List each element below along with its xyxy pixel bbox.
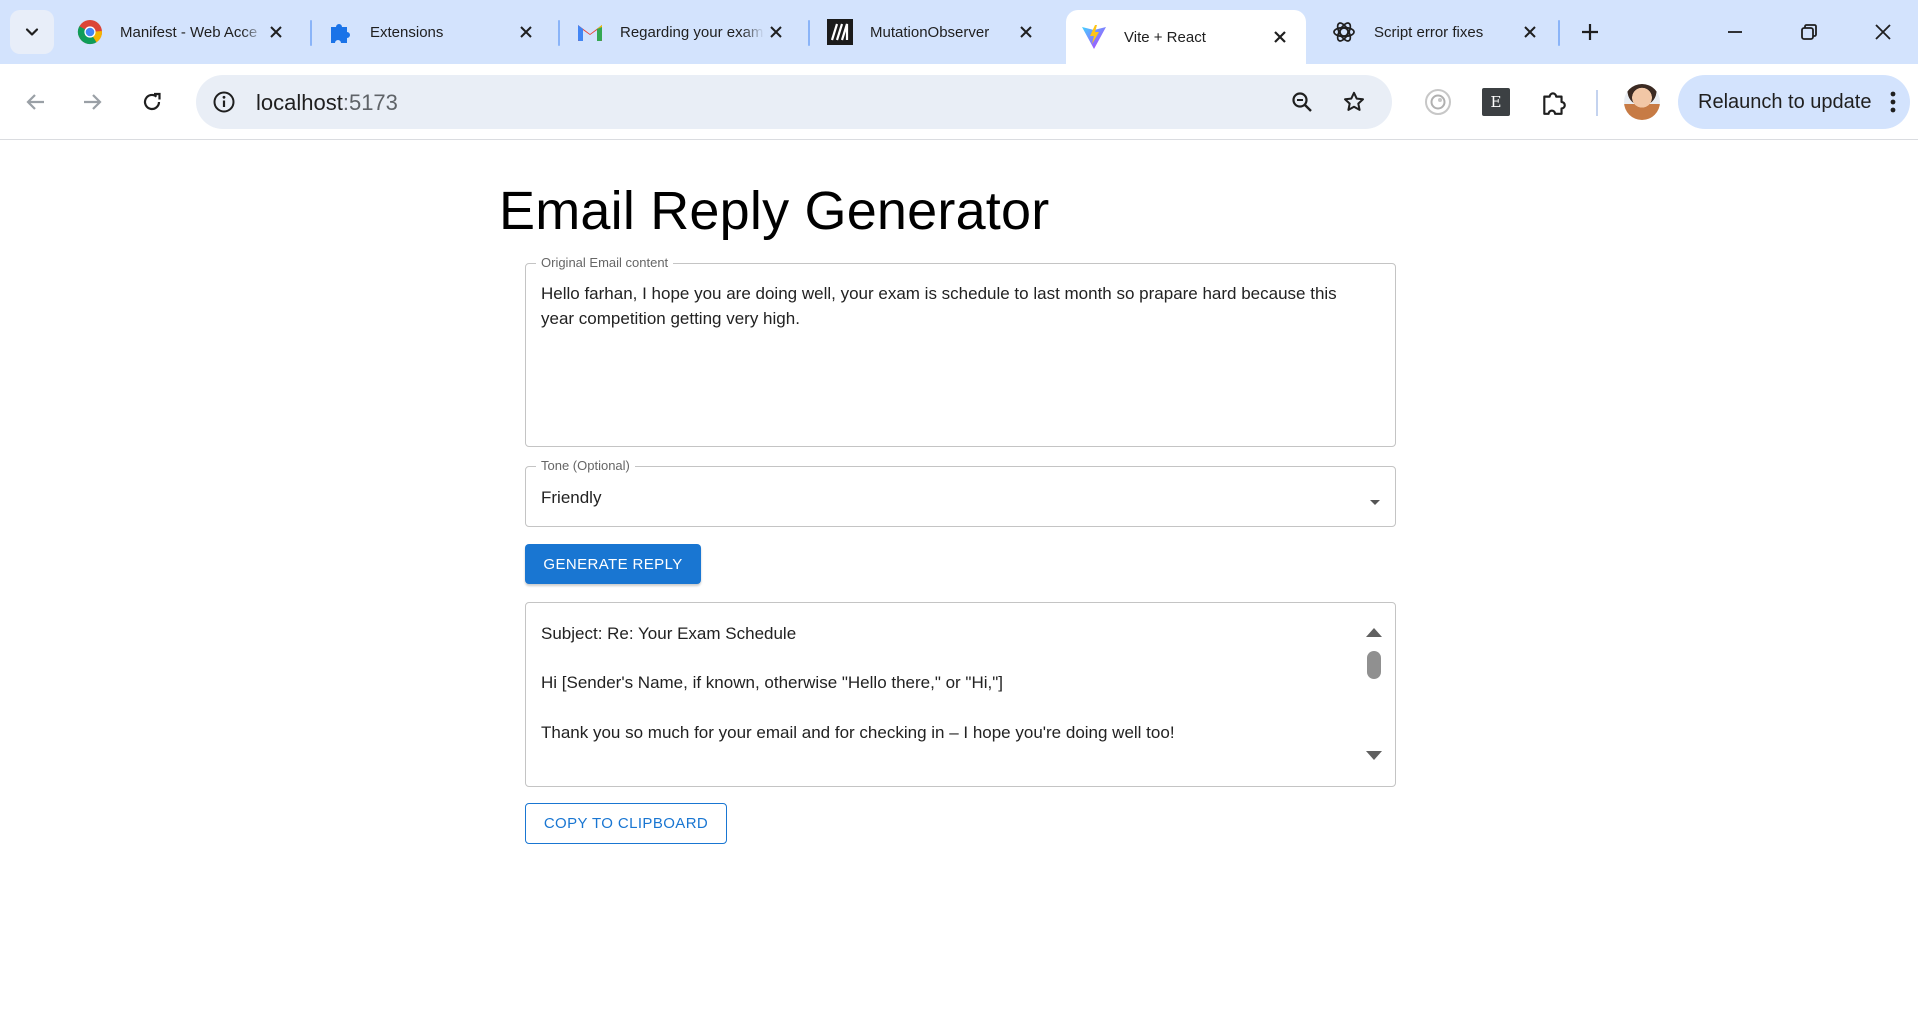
tab-script-error-fixes[interactable]: Script error fixes — [1316, 10, 1556, 54]
generate-reply-button[interactable]: GENERATE REPLY — [525, 544, 701, 584]
reply-greeting-line: Hi [Sender's Name, if known, otherwise "… — [541, 673, 1004, 692]
extension-e-icon[interactable]: E — [1476, 82, 1516, 122]
chevron-down-icon — [25, 28, 39, 36]
bookmark-star-icon[interactable] — [1338, 86, 1370, 118]
close-icon — [1875, 24, 1891, 40]
relaunch-label: Relaunch to update — [1698, 90, 1872, 113]
tab-title: Vite + React — [1124, 28, 1206, 46]
tone-label: Tone (Optional) — [536, 458, 635, 473]
forward-button[interactable] — [72, 82, 112, 122]
original-email-line-2: year competition getting very high. — [541, 309, 800, 328]
close-icon[interactable] — [514, 20, 538, 44]
plus-icon — [1582, 24, 1598, 40]
tab-mutationobserver[interactable]: MutationObserver — [812, 10, 1052, 54]
chrome-icon — [76, 18, 104, 46]
arrow-right-icon — [84, 94, 102, 110]
extension-lens-icon[interactable] — [1418, 82, 1458, 122]
url-host: localhost — [256, 90, 343, 115]
close-icon[interactable] — [1014, 20, 1038, 44]
url-text: localhost:5173 — [256, 90, 398, 116]
zoom-icon[interactable] — [1286, 86, 1318, 118]
tone-select[interactable]: Tone (Optional) Friendly — [525, 458, 1396, 527]
scrollbar-thumb[interactable] — [1367, 651, 1381, 679]
tab-extensions[interactable]: Extensions — [312, 10, 552, 54]
url-port: :5173 — [342, 90, 398, 115]
scroll-up-icon[interactable] — [1366, 627, 1382, 637]
tab-separator — [808, 20, 810, 46]
new-tab-button[interactable] — [1572, 14, 1608, 50]
tab-manifest[interactable]: Manifest - Web Acce — [62, 10, 302, 54]
vite-icon — [1080, 23, 1108, 51]
tab-separator — [1558, 20, 1560, 46]
toolbar-divider — [1596, 90, 1598, 116]
site-info-icon[interactable] — [210, 88, 238, 116]
reply-subject-line: Subject: Re: Your Exam Schedule — [541, 624, 797, 643]
tab-title: MutationObserver — [870, 23, 990, 41]
generated-reply-field[interactable]: Subject: Re: Your Exam Schedule Hi [Send… — [525, 602, 1396, 787]
restore-icon — [1801, 24, 1817, 40]
tab-strip: Manifest - Web Acce Extensions Regarding… — [0, 0, 1918, 64]
arrow-left-icon — [26, 94, 44, 110]
tab-gmail[interactable]: Regarding your exam — [562, 10, 802, 54]
more-vert-icon — [1890, 90, 1896, 120]
restore-button[interactable] — [1786, 10, 1832, 54]
openai-icon — [1330, 18, 1358, 46]
puzzle-icon — [326, 18, 354, 46]
tone-selected-value: Friendly — [541, 488, 602, 507]
browser-toolbar: localhost:5173 E Relaunch to update — [0, 64, 1918, 140]
tab-separator — [558, 20, 560, 46]
copy-to-clipboard-button[interactable]: COPY TO CLIPBOARD — [525, 803, 727, 844]
extension-e-badge: E — [1482, 88, 1510, 116]
relaunch-to-update-button[interactable]: Relaunch to update — [1678, 75, 1910, 129]
original-email-label: Original Email content — [536, 255, 674, 270]
original-email-field[interactable]: Original Email content Hello farhan, I h… — [525, 255, 1396, 447]
dropdown-arrow-icon — [1369, 493, 1381, 511]
mdn-icon — [826, 18, 854, 46]
tab-title: Manifest - Web Acce — [120, 23, 258, 41]
minimize-button[interactable] — [1712, 10, 1758, 54]
page-title: Email Reply Generator — [499, 181, 1050, 241]
scroll-down-icon[interactable] — [1366, 751, 1382, 761]
close-icon[interactable] — [264, 20, 288, 44]
close-icon[interactable] — [764, 20, 788, 44]
tab-vite-react[interactable]: Vite + React — [1066, 10, 1306, 64]
gmail-icon — [576, 18, 604, 46]
extensions-menu-button[interactable] — [1534, 82, 1574, 122]
close-icon[interactable] — [1518, 20, 1542, 44]
reload-button[interactable] — [132, 82, 172, 122]
reload-icon — [143, 92, 161, 111]
close-icon[interactable] — [1268, 25, 1292, 49]
original-email-line-1: Hello farhan, I hope you are doing well,… — [541, 284, 1337, 303]
minimize-icon — [1728, 31, 1742, 33]
tab-title: Regarding your exam — [620, 23, 764, 41]
reply-body-line: Thank you so much for your email and for… — [541, 723, 1175, 742]
address-bar[interactable]: localhost:5173 — [196, 75, 1392, 129]
close-window-button[interactable] — [1860, 10, 1906, 54]
tab-search-button[interactable] — [10, 10, 54, 54]
tab-title: Extensions — [370, 23, 444, 41]
profile-avatar[interactable] — [1624, 84, 1660, 120]
reply-scrollbar[interactable] — [1363, 621, 1385, 760]
tab-title: Script error fixes — [1374, 23, 1484, 41]
back-button[interactable] — [16, 82, 56, 122]
puzzle-icon — [1543, 92, 1566, 115]
